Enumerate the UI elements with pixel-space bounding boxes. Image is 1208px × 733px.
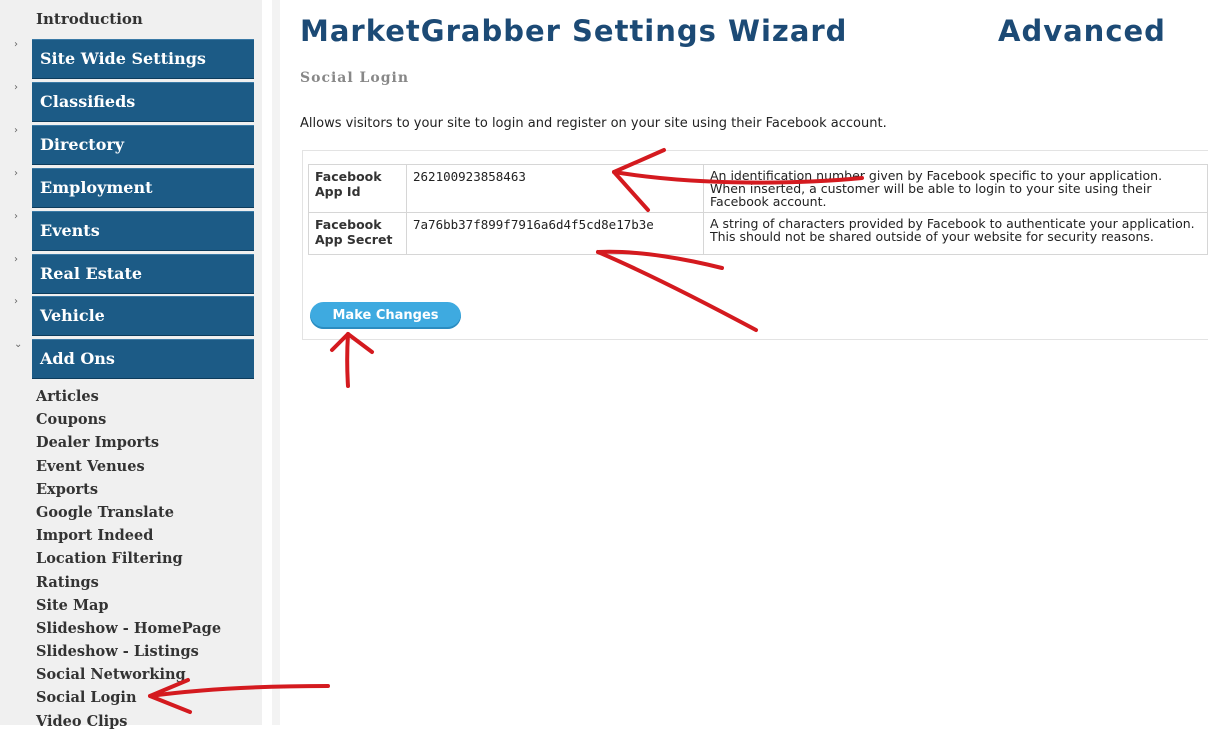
- addon-site-map[interactable]: Site Map: [36, 594, 221, 617]
- app-secret-field[interactable]: 7a76bb37f899f7916a6d4f5cd8e17b3e: [406, 212, 704, 255]
- nav-add-ons[interactable]: Add Ons: [32, 339, 254, 379]
- addon-social-login[interactable]: Social Login: [36, 686, 221, 709]
- nav-employment[interactable]: Employment: [32, 168, 254, 208]
- expand-arrow-icon[interactable]: ›: [14, 126, 24, 136]
- addon-google-translate[interactable]: Google Translate: [36, 501, 221, 524]
- collapse-arrow-icon[interactable]: ⌄: [14, 340, 24, 350]
- addon-slideshow-homepage[interactable]: Slideshow - HomePage: [36, 617, 221, 640]
- nav-real-estate[interactable]: Real Estate: [32, 254, 254, 294]
- sidebar-item-introduction[interactable]: Introduction: [36, 10, 143, 28]
- nav-events[interactable]: Events: [32, 211, 254, 251]
- mode-title: Advanced: [998, 14, 1166, 48]
- make-changes-button[interactable]: Make Changes: [310, 302, 461, 329]
- nav-directory[interactable]: Directory: [32, 125, 254, 165]
- expand-arrow-icon[interactable]: ›: [14, 169, 24, 179]
- addon-import-indeed[interactable]: Import Indeed: [36, 524, 221, 547]
- addon-ratings[interactable]: Ratings: [36, 571, 221, 594]
- app-id-label: Facebook App Id: [308, 164, 407, 213]
- app-id-field[interactable]: 262100923858463: [406, 164, 704, 213]
- expand-arrow-icon[interactable]: ›: [14, 297, 24, 307]
- page-title: MarketGrabber Settings Wizard: [300, 14, 848, 48]
- app-secret-help: A string of characters provided by Faceb…: [703, 212, 1208, 255]
- table-row: Facebook App Secret 7a76bb37f899f7916a6d…: [308, 212, 1208, 255]
- addon-coupons[interactable]: Coupons: [36, 408, 221, 431]
- app-id-help: An identification number given by Facebo…: [703, 164, 1208, 213]
- addon-articles[interactable]: Articles: [36, 385, 221, 408]
- nav-vehicle[interactable]: Vehicle: [32, 296, 254, 336]
- section-subtitle: Social Login: [300, 70, 410, 86]
- addon-social-networking[interactable]: Social Networking: [36, 663, 221, 686]
- expand-arrow-icon[interactable]: ›: [14, 40, 24, 50]
- expand-arrow-icon[interactable]: ›: [14, 83, 24, 93]
- addons-list: Articles Coupons Dealer Imports Event Ve…: [36, 385, 221, 733]
- sidebar: Introduction › Site Wide Settings › Clas…: [0, 0, 262, 730]
- addon-location-filtering[interactable]: Location Filtering: [36, 547, 221, 570]
- arrow-to-make-changes: [345, 332, 350, 388]
- settings-table: Facebook App Id 262100923858463 An ident…: [308, 164, 1208, 255]
- expand-arrow-icon[interactable]: ›: [14, 255, 24, 265]
- divider: [272, 0, 280, 725]
- addon-dealer-imports[interactable]: Dealer Imports: [36, 431, 221, 454]
- table-row: Facebook App Id 262100923858463 An ident…: [308, 164, 1208, 213]
- addon-event-venues[interactable]: Event Venues: [36, 455, 221, 478]
- nav-classifieds[interactable]: Classifieds: [32, 82, 254, 122]
- nav-site-wide-settings[interactable]: Site Wide Settings: [32, 39, 254, 79]
- expand-arrow-icon[interactable]: ›: [14, 212, 24, 222]
- addon-slideshow-listings[interactable]: Slideshow - Listings: [36, 640, 221, 663]
- addon-exports[interactable]: Exports: [36, 478, 221, 501]
- section-description: Allows visitors to your site to login an…: [300, 116, 887, 131]
- app-secret-label: Facebook App Secret: [308, 212, 407, 255]
- addon-video-clips[interactable]: Video Clips: [36, 710, 221, 733]
